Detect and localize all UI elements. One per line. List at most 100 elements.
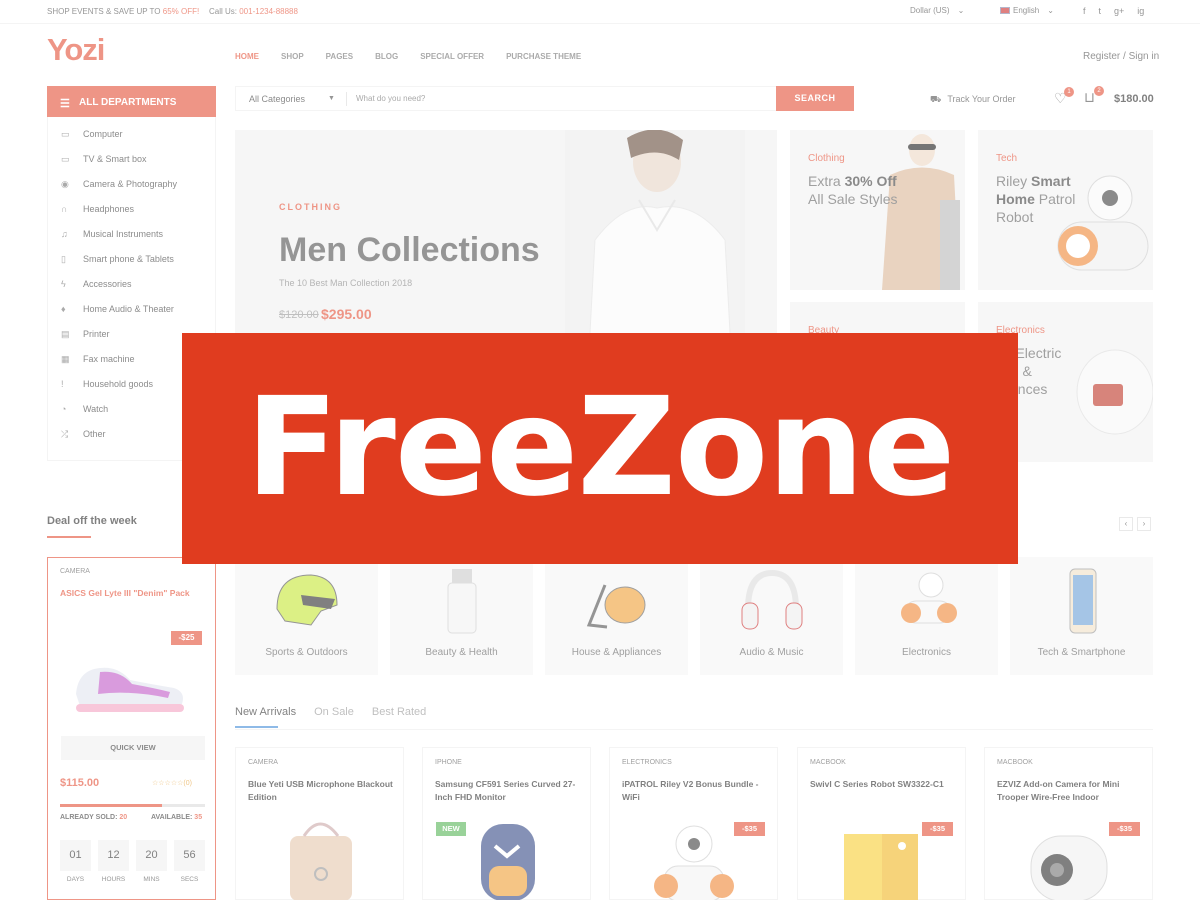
flag-icon bbox=[1000, 7, 1010, 15]
product-category: IPHONE bbox=[435, 759, 462, 766]
department-item[interactable]: ♫ Musical Instruments bbox=[48, 225, 217, 245]
product-card[interactable]: IPHONE Samsung CF591 Series Curved 27-In… bbox=[422, 747, 591, 900]
department-item[interactable]: ∩ Headphones bbox=[48, 200, 217, 220]
promo-tile-clothing[interactable]: Clothing Extra 30% Off All Sale Styles bbox=[790, 130, 965, 290]
product-name[interactable]: EZVIZ Add-on Camera for Mini Trooper Wir… bbox=[997, 778, 1147, 804]
chevron-down-icon: ⌄ bbox=[1047, 6, 1054, 15]
track-order-link[interactable]: ⛟ Track Your Order bbox=[930, 94, 1016, 106]
currency-select[interactable]: Dollar (US) ⌄ bbox=[910, 6, 964, 15]
department-item[interactable]: ϟ Accessories bbox=[48, 275, 217, 295]
robot-image bbox=[654, 825, 734, 900]
category-card-electronics[interactable]: Electronics bbox=[855, 557, 998, 675]
nav-shop[interactable]: SHOP bbox=[281, 52, 304, 61]
phone-icon: ▯ bbox=[61, 254, 66, 264]
product-card[interactable]: MACBOOK Swivl C Series Robot SW3322-C1 -… bbox=[797, 747, 966, 900]
timer-mins: 20 bbox=[136, 840, 167, 871]
backpack-image bbox=[481, 824, 535, 900]
google-plus-icon[interactable]: g+ bbox=[1114, 6, 1124, 16]
divider bbox=[346, 92, 347, 106]
category-card-audio[interactable]: Audio & Music bbox=[700, 557, 843, 675]
product-name[interactable]: Swivl C Series Robot SW3322-C1 bbox=[810, 778, 960, 791]
department-label: Camera & Photography bbox=[83, 179, 178, 189]
headphones-icon: ∩ bbox=[61, 204, 68, 214]
facebook-icon[interactable]: f bbox=[1083, 6, 1086, 16]
all-departments-label: ALL DEPARTMENTS bbox=[79, 97, 177, 108]
department-item[interactable]: ▭ TV & Smart box bbox=[48, 150, 217, 170]
all-departments-button[interactable]: ☰ ALL DEPARTMENTS bbox=[47, 86, 216, 117]
product-name[interactable]: Samsung CF591 Series Curved 27-Inch FHD … bbox=[435, 778, 585, 804]
category-label: Audio & Music bbox=[739, 647, 804, 658]
main-nav: HOME SHOP PAGES BLOG SPECIAL OFFER PURCH… bbox=[235, 52, 603, 61]
tile-text: Riley Smart Home Patrol Robot bbox=[996, 173, 1076, 225]
search-button[interactable]: SEARCH bbox=[776, 86, 854, 111]
cart-total: $180.00 bbox=[1114, 93, 1154, 105]
hero-kicker: CLOTHING bbox=[279, 202, 342, 212]
clock-icon: ◔ bbox=[61, 404, 67, 414]
cart-button[interactable]: ⊔ 2 bbox=[1084, 86, 1104, 106]
category-card-tech[interactable]: Tech & Smartphone bbox=[1010, 557, 1153, 675]
nav-purchase-theme[interactable]: PURCHASE THEME bbox=[506, 52, 581, 61]
product-card[interactable]: CAMERA Blue Yeti USB Microphone Blackout… bbox=[235, 747, 404, 900]
department-label: Other bbox=[83, 429, 106, 439]
category-label: Tech & Smartphone bbox=[1037, 647, 1126, 658]
available-count: AVAILABLE: 35 bbox=[151, 814, 203, 821]
category-card-house[interactable]: House & Appliances bbox=[545, 557, 688, 675]
logo[interactable]: Yozi bbox=[47, 32, 105, 68]
department-item[interactable]: ♦ Home Audio & Theater bbox=[48, 300, 217, 320]
promo-tile-tech[interactable]: Tech Riley Smart Home Patrol Robot bbox=[978, 130, 1153, 290]
discount-badge: -$25 bbox=[171, 631, 202, 645]
bag-image bbox=[290, 822, 352, 900]
tab-best-rated[interactable]: Best Rated bbox=[372, 706, 426, 718]
music-icon: ♫ bbox=[61, 229, 68, 239]
freezone-banner: FreeZone bbox=[182, 333, 1018, 564]
vacuum-image bbox=[586, 584, 646, 629]
category-card-beauty[interactable]: Beauty & Health bbox=[390, 557, 533, 675]
category-card-sports[interactable]: Sports & Outdoors bbox=[235, 557, 378, 675]
bolt-icon: ϟ bbox=[61, 279, 66, 289]
department-label: Accessories bbox=[83, 279, 132, 289]
robot-image bbox=[901, 572, 957, 624]
nav-special-offer[interactable]: SPECIAL OFFER bbox=[420, 52, 484, 61]
product-card[interactable]: ELECTRONICS iPATROL Riley V2 Bonus Bundl… bbox=[609, 747, 778, 900]
supplement-packs-image bbox=[844, 834, 918, 900]
deal-product-name[interactable]: ASICS Gel Lyte III "Denim" Pack bbox=[60, 588, 190, 598]
department-item[interactable]: ▭ Computer bbox=[48, 125, 217, 145]
fax-icon: ▦ bbox=[61, 354, 70, 364]
product-card[interactable]: MACBOOK EZVIZ Add-on Camera for Mini Tro… bbox=[984, 747, 1153, 900]
category-select[interactable]: All Categories bbox=[249, 94, 305, 104]
nav-home[interactable]: HOME bbox=[235, 52, 259, 61]
quick-view-button[interactable]: QUICK VIEW bbox=[61, 736, 205, 760]
nav-pages[interactable]: PAGES bbox=[326, 52, 353, 61]
caret-down-icon: ▼ bbox=[328, 95, 335, 102]
chevron-left-icon[interactable]: ‹ bbox=[1119, 517, 1133, 531]
truck-icon: ⛟ bbox=[930, 94, 942, 104]
department-label: Watch bbox=[83, 404, 109, 414]
timer-days: 01 bbox=[60, 840, 91, 871]
language-select[interactable]: English ⌄ bbox=[1000, 6, 1054, 15]
top-bar: SHOP EVENTS & SAVE UP TO 65% OFF! Call U… bbox=[0, 0, 1200, 24]
product-tabs: New Arrivals On Sale Best Rated bbox=[235, 706, 444, 718]
timer-secs-label: SECS bbox=[180, 876, 199, 883]
search-input[interactable] bbox=[356, 88, 776, 109]
torch-icon: ! bbox=[61, 379, 64, 389]
department-item[interactable]: ▯ Smart phone & Tablets bbox=[48, 250, 217, 270]
sold-progress-fill bbox=[60, 804, 162, 807]
hero-new-price: $295.00 bbox=[321, 306, 372, 322]
chevron-right-icon[interactable]: › bbox=[1137, 517, 1151, 531]
register-signin-link[interactable]: Register / Sign in bbox=[1083, 51, 1159, 62]
deal-card[interactable]: CAMERA ASICS Gel Lyte III "Denim" Pack -… bbox=[47, 557, 216, 900]
tab-new-arrivals[interactable]: New Arrivals bbox=[235, 706, 296, 718]
wishlist-button[interactable]: ♡ 1 bbox=[1054, 87, 1074, 107]
search-bar: All Categories ▼ SEARCH bbox=[235, 86, 854, 111]
twitter-icon[interactable]: t bbox=[1099, 6, 1102, 16]
department-item[interactable]: ◉ Camera & Photography bbox=[48, 175, 217, 195]
printer-icon: ▤ bbox=[61, 329, 70, 339]
sold-progress-bar bbox=[60, 804, 205, 807]
headphones-image bbox=[741, 569, 803, 630]
product-name[interactable]: iPATROL Riley V2 Bonus Bundle - WiFi bbox=[622, 778, 772, 804]
product-name[interactable]: Blue Yeti USB Microphone Blackout Editio… bbox=[248, 778, 398, 804]
instagram-icon[interactable]: ig bbox=[1137, 6, 1144, 16]
timer-days-label: DAYS bbox=[66, 876, 85, 883]
nav-blog[interactable]: BLOG bbox=[375, 52, 398, 61]
tab-on-sale[interactable]: On Sale bbox=[314, 706, 354, 718]
